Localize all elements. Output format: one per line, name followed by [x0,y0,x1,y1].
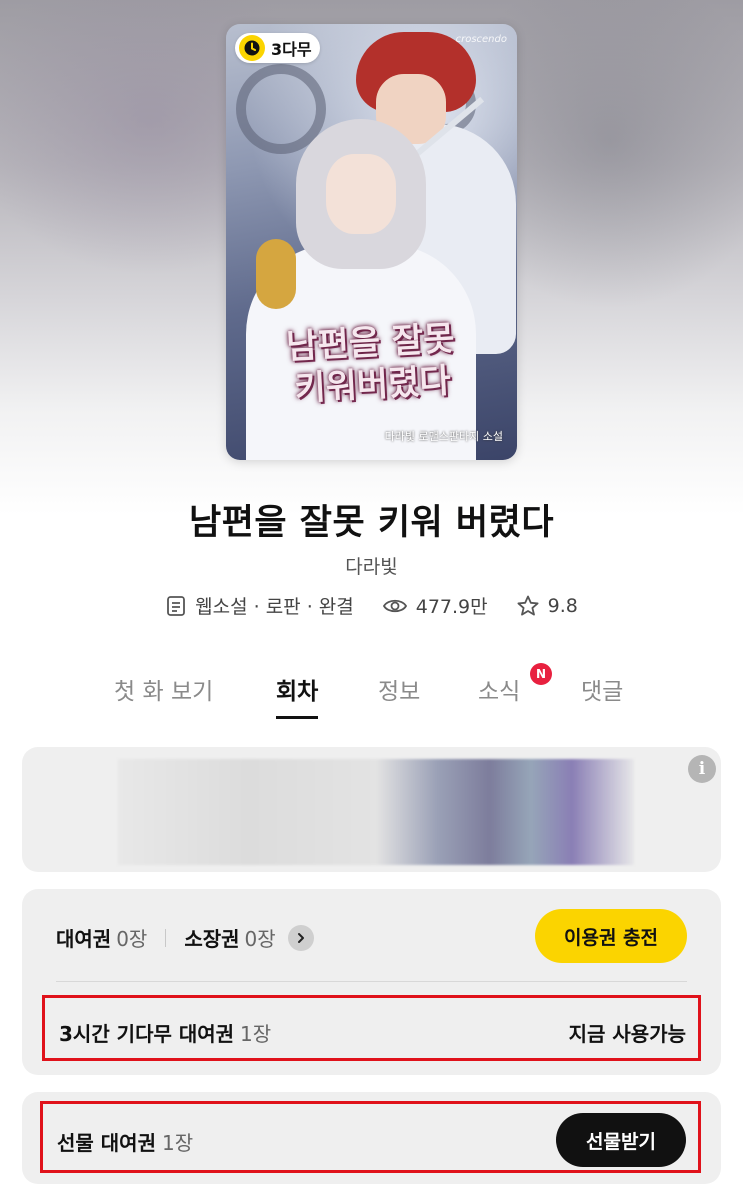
gift-ticket-count: 1장 [161,1131,194,1155]
gift-ticket-name: 선물 대여권 [57,1131,156,1155]
tab-comments[interactable]: 댓글 [581,672,623,706]
tab-episodes[interactable]: 회차 [276,672,319,719]
ticket-panel: 대여권 0장 소장권 0장 이용권 충전 3시간 기다무 대여권 1장 지금 사용… [22,889,721,1075]
view-count: 477.9만 [415,596,488,618]
star-icon [517,595,539,615]
divider [56,981,687,982]
publisher-logo: croscendo [455,34,507,45]
tab-first-episode[interactable]: 첫 화 보기 [114,672,213,706]
wait-free-badge: 3다무 [235,33,320,63]
info-icon[interactable]: i [688,755,716,783]
genre-text: 웹소설 · 로판 · 완결 [195,596,354,618]
tab-info[interactable]: 정보 [378,672,420,706]
document-icon [167,595,186,616]
cover-title-art: 남편을 잘못 키워버렸다 [285,318,456,410]
badge-label: 3다무 [271,40,312,59]
page-title: 남편을 잘못 키워 버렸다 [188,503,555,543]
eye-icon [382,599,407,612]
gift-ticket-panel: 선물 대여권 1장 선물받기 [22,1092,721,1184]
cover-subtitle-art: 다라빛 로맨스판타지 소설 [384,430,503,443]
gift-ticket-row: 선물 대여권 1장 선물받기 [40,1101,701,1173]
wait-ticket-name: 3시간 기다무 대여권 [59,1022,235,1046]
owned-ticket-label: 소장권 [184,927,240,951]
banner-image[interactable] [118,759,634,865]
chevron-right-icon[interactable] [287,924,314,951]
wait-free-ticket-row[interactable]: 3시간 기다무 대여권 1장 지금 사용가능 [42,995,701,1061]
clock-icon [239,35,265,61]
rating-value: 9.8 [547,594,578,617]
cover-image[interactable]: croscendo 남편을 잘못 키워버렸다 다라빛 로맨스판타지 소설 3다무 [226,24,517,460]
tab-news[interactable]: 소식 [478,672,520,706]
receive-gift-button[interactable]: 선물받기 [556,1113,686,1167]
wait-ticket-label: 3시간 기다무 대여권 1장 [59,1018,271,1047]
ticket-summary[interactable]: 대여권 0장 소장권 0장 [56,923,314,952]
gift-ticket-label: 선물 대여권 1장 [57,1127,193,1156]
work-meta: 웹소설 · 로판 · 완결 477.9만 9.8 [0,592,743,619]
promo-banner[interactable]: i [22,747,721,872]
news-new-badge: N [530,663,552,685]
tab-bar: 첫 화 보기 회차 정보 소식 N 댓글 [0,663,743,722]
wait-ticket-status: 지금 사용가능 [568,1022,686,1046]
author-name[interactable]: 다라빛 [0,552,743,579]
wait-ticket-count: 1장 [240,1022,272,1046]
charge-ticket-button[interactable]: 이용권 충전 [535,909,687,963]
owned-ticket-count: 0장 [244,927,276,951]
rental-ticket-count: 0장 [116,927,148,951]
rental-ticket-label: 대여권 [56,927,112,951]
divider [165,928,167,947]
